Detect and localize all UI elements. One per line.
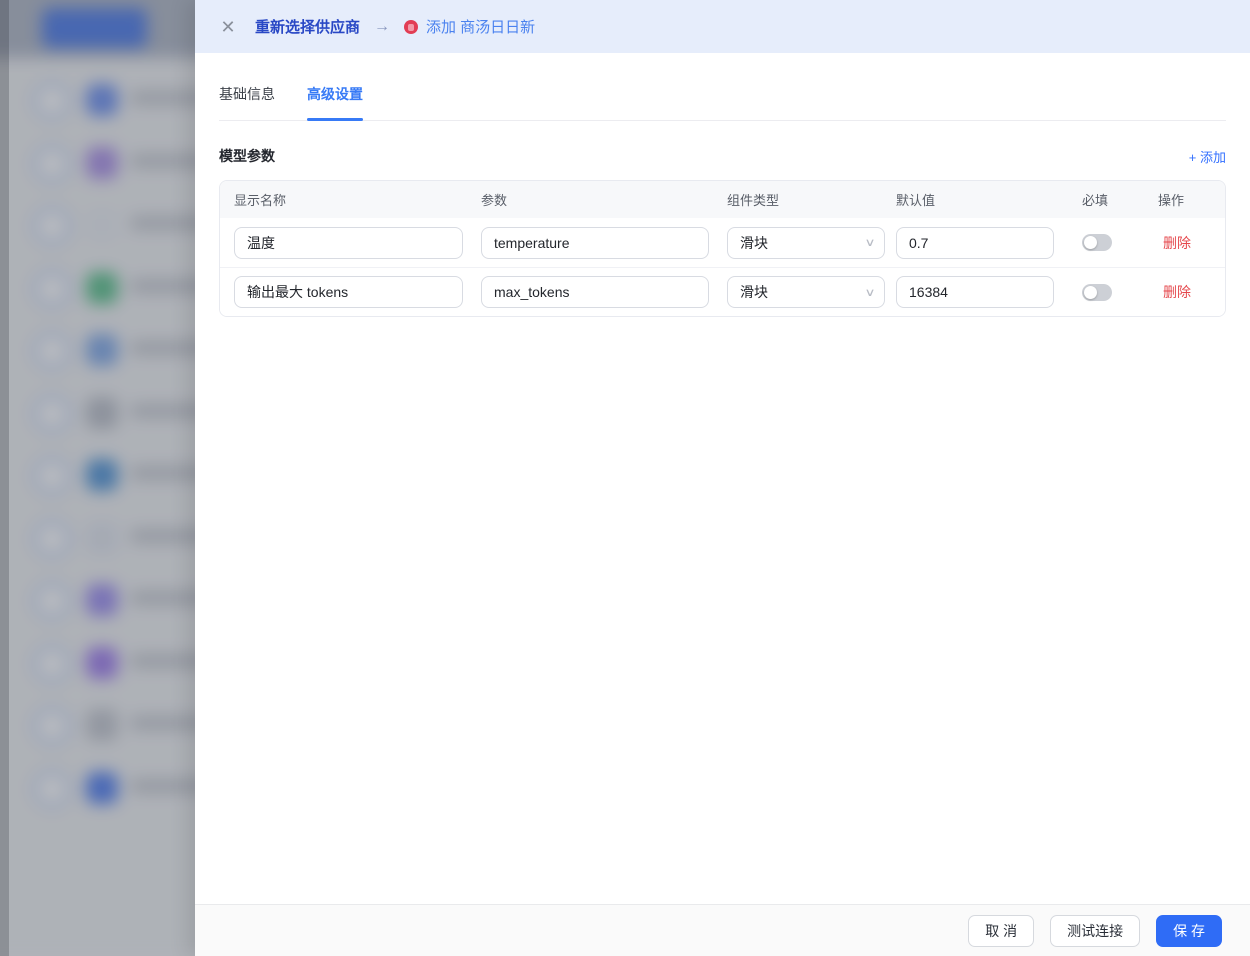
chevron-down-icon: ∨ <box>864 286 876 299</box>
table-row: 滑块 ∨ 删除 <box>220 267 1225 316</box>
save-button[interactable]: 保 存 <box>1156 914 1222 947</box>
component-type-select[interactable]: 滑块 ∨ <box>727 276 885 308</box>
test-connection-button[interactable]: 测试连接 <box>1050 914 1141 947</box>
model-params-title: 模型参数 <box>219 148 275 164</box>
model-params-table: 显示名称 参数 组件类型 默认值 必填 操作 滑块 ∨ 删除 滑块 ∨ <box>219 180 1226 317</box>
delete-row-button[interactable]: 删除 <box>1144 282 1225 302</box>
component-type-select[interactable]: 滑块 ∨ <box>727 226 885 259</box>
provider-config-drawer: ✕ 重新选择供应商 → 添加 商汤日日新 基础信息 高级设置 模型参数 + 添加… <box>195 0 1250 956</box>
display-name-input[interactable] <box>234 276 463 308</box>
empty-body-space <box>195 317 1250 904</box>
col-header-required: 必填 <box>1082 193 1109 208</box>
page-backdrop <box>0 0 195 956</box>
param-input[interactable] <box>481 276 709 308</box>
tab-advanced-settings[interactable]: 高级设置 <box>307 84 363 121</box>
display-name-input[interactable] <box>234 226 463 259</box>
provider-logo-icon <box>404 19 419 34</box>
cancel-button[interactable]: 取 消 <box>968 914 1035 947</box>
required-toggle[interactable] <box>1082 283 1112 301</box>
required-toggle[interactable] <box>1082 234 1112 251</box>
param-input[interactable] <box>481 226 709 259</box>
modal-overlay[interactable] <box>0 0 195 956</box>
model-params-section-head: 模型参数 + 添加 <box>219 146 1226 166</box>
table-header-row: 显示名称 参数 组件类型 默认值 必填 操作 <box>220 181 1225 218</box>
component-type-value: 滑块 <box>740 234 768 251</box>
drawer-title-primary[interactable]: 重新选择供应商 <box>255 16 360 37</box>
tab-bar: 基础信息 高级设置 <box>219 53 1226 121</box>
component-type-value: 滑块 <box>740 284 768 300</box>
col-header-component-type: 组件类型 <box>727 193 780 208</box>
col-header-display-name: 显示名称 <box>234 193 287 208</box>
default-value-input[interactable] <box>896 226 1054 259</box>
col-header-default-value: 默认值 <box>896 193 936 208</box>
add-param-button[interactable]: + 添加 <box>1189 147 1226 166</box>
col-header-action: 操作 <box>1158 193 1185 208</box>
drawer-header: ✕ 重新选择供应商 → 添加 商汤日日新 <box>195 0 1250 53</box>
arrow-right-icon: → <box>374 17 391 35</box>
drawer-title-secondary: 添加 商汤日日新 <box>426 19 536 36</box>
delete-row-button[interactable]: 删除 <box>1144 233 1225 253</box>
chevron-down-icon: ∨ <box>864 237 876 249</box>
col-header-param: 参数 <box>481 193 508 208</box>
table-row: 滑块 ∨ 删除 <box>220 218 1225 267</box>
close-icon[interactable]: ✕ <box>219 18 237 36</box>
tab-basic-info[interactable]: 基础信息 <box>219 84 275 120</box>
default-value-input[interactable] <box>896 276 1054 308</box>
window-edge <box>0 0 9 956</box>
drawer-footer: 取 消 测试连接 保 存 <box>195 904 1250 956</box>
